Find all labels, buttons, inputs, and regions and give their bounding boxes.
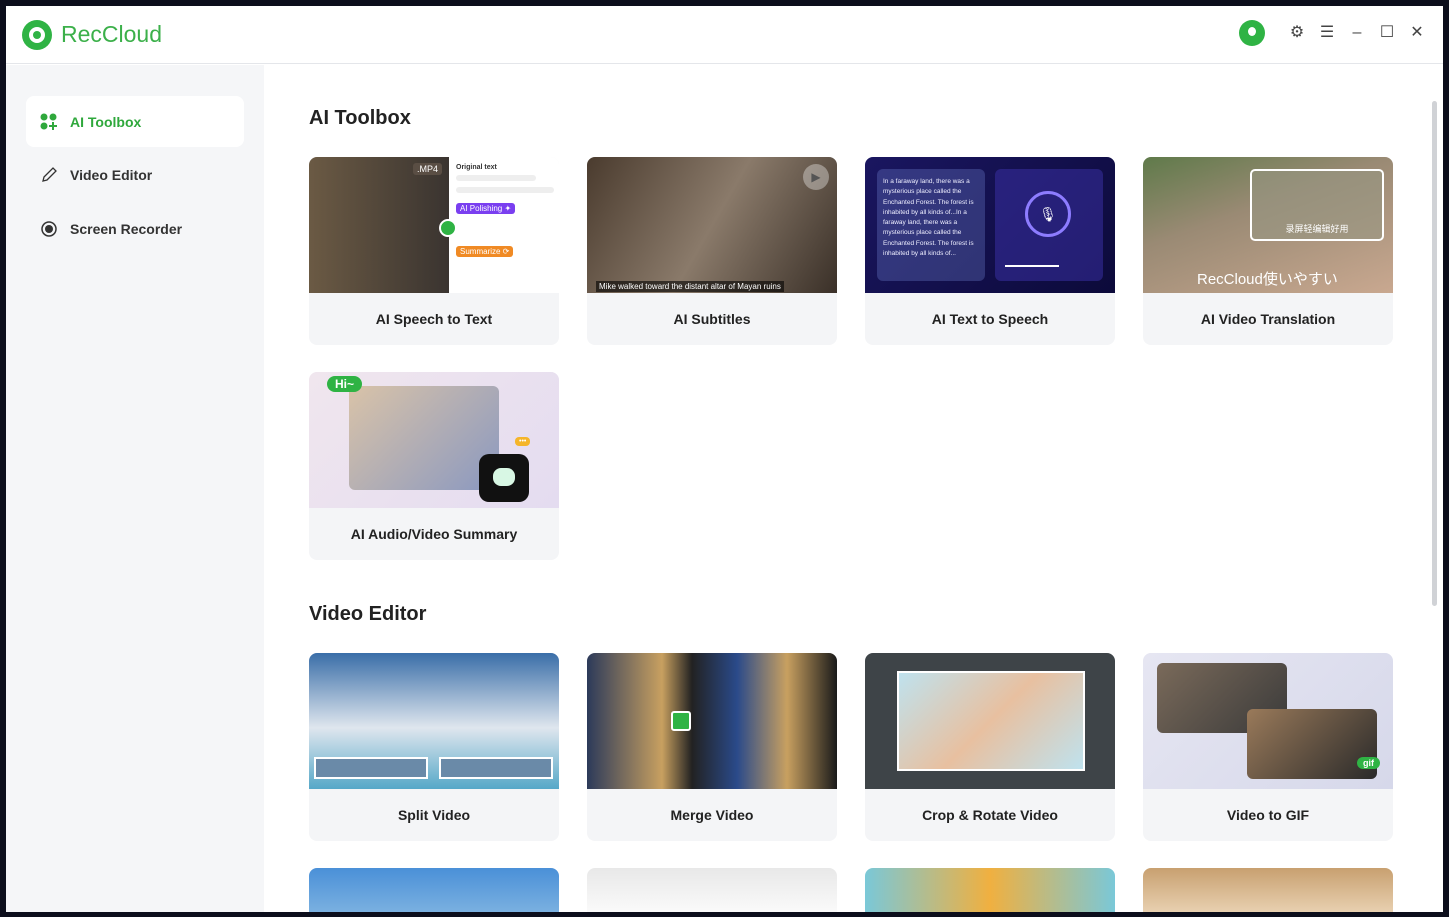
- sidebar-item-screen-recorder[interactable]: Screen Recorder: [26, 203, 244, 254]
- card-thumbnail: 录屏轻编辑好用 RecCloud使いやすい: [1143, 157, 1393, 293]
- hi-bubble: Hi~: [327, 376, 363, 392]
- sidebar-item-ai-toolbox[interactable]: AI Toolbox: [26, 96, 244, 147]
- card-thumbnail: ▶ Mike walked toward the distant altar o…: [587, 157, 837, 293]
- card-thumbnail: [309, 653, 559, 789]
- card-thumbnail: [865, 653, 1115, 789]
- tool-card-audio-video-summary[interactable]: Hi~ ••• AI Audio/Video Summary: [309, 372, 559, 560]
- bot-icon: [479, 454, 529, 502]
- record-icon: [40, 220, 58, 238]
- gear-icon[interactable]: ⚙: [1289, 25, 1305, 41]
- sidebar: AI Toolbox Video Editor Screen Recorder: [6, 65, 264, 912]
- card-thumbnail: .MP4 Original text AI Polishing ✦ Summar…: [309, 157, 559, 293]
- inner-caption: 录屏轻编辑好用: [1285, 224, 1349, 234]
- subtitle-text: Mike walked toward the distant altar of …: [596, 281, 784, 292]
- card-label: Merge Video: [670, 807, 754, 823]
- translated-caption: RecCloud使いやすい: [1197, 271, 1338, 288]
- tool-card-crop-rotate[interactable]: Crop & Rotate Video: [865, 653, 1115, 841]
- card-thumbnail: [587, 653, 837, 789]
- app-window: RecCloud ⚙ ☰ – ☐ ✕ AI Toolbox Video Edit…: [6, 6, 1443, 912]
- close-icon[interactable]: ✕: [1409, 25, 1425, 41]
- card-label: AI Audio/Video Summary: [350, 526, 518, 542]
- app-name: RecCloud: [61, 21, 162, 47]
- card-label: AI Video Translation: [1200, 311, 1336, 327]
- sidebar-item-video-editor[interactable]: Video Editor: [26, 149, 244, 200]
- microphone-icon: 🎙: [1025, 191, 1071, 237]
- card-label: AI Text to Speech: [931, 311, 1049, 327]
- card-label: Crop & Rotate Video: [922, 807, 1058, 823]
- card-thumbnail: gif: [1143, 653, 1393, 789]
- sidebar-item-label: Video Editor: [70, 166, 153, 183]
- grid-icon: [40, 113, 58, 131]
- tool-card[interactable]: [1143, 868, 1393, 912]
- tts-sample-text: In a faraway land, there was a mysteriou…: [877, 169, 985, 281]
- tool-card-video-to-gif[interactable]: gif Video to GIF: [1143, 653, 1393, 841]
- menu-icon[interactable]: ☰: [1319, 25, 1335, 41]
- tool-card[interactable]: [587, 868, 837, 912]
- play-icon: ▶: [803, 164, 829, 190]
- main-content: AI Toolbox .MP4 Original text AI Polishi…: [264, 65, 1443, 912]
- maximize-icon[interactable]: ☐: [1379, 25, 1395, 41]
- format-tag: .MP4: [413, 163, 443, 175]
- ai-polishing-tag: AI Polishing ✦: [456, 203, 516, 214]
- title-bar: RecCloud ⚙ ☰ – ☐ ✕: [6, 6, 1443, 64]
- card-label: AI Speech to Text: [375, 311, 493, 327]
- typing-bubble: •••: [515, 437, 531, 446]
- reccloud-logo-icon: [22, 19, 52, 50]
- section-title: Video Editor: [309, 603, 427, 625]
- sidebar-item-label: Screen Recorder: [70, 220, 183, 237]
- tool-card[interactable]: [309, 868, 559, 912]
- pencil-icon: [40, 166, 58, 184]
- sidebar-item-label: AI Toolbox: [70, 113, 142, 130]
- avatar[interactable]: [1239, 20, 1265, 46]
- tool-card-subtitles[interactable]: ▶ Mike walked toward the distant altar o…: [587, 157, 837, 345]
- card-thumbnail: Hi~ •••: [309, 372, 559, 508]
- card-thumbnail: In a faraway land, there was a mysteriou…: [865, 157, 1115, 293]
- card-label: Split Video: [397, 807, 471, 823]
- tool-card-merge-video[interactable]: Merge Video: [587, 653, 837, 841]
- tool-card-video-translation[interactable]: 录屏轻编辑好用 RecCloud使いやすい AI Video Translati…: [1143, 157, 1393, 345]
- tool-card-text-to-speech[interactable]: In a faraway land, there was a mysteriou…: [865, 157, 1115, 345]
- tool-card[interactable]: [865, 868, 1115, 912]
- scrollbar[interactable]: [1432, 101, 1437, 606]
- card-label: Video to GIF: [1226, 807, 1310, 823]
- tool-card-split-video[interactable]: Split Video: [309, 653, 559, 841]
- gif-badge: gif: [1357, 757, 1380, 769]
- card-label: AI Subtitles: [673, 311, 751, 327]
- original-text-label: Original text: [456, 164, 497, 171]
- minimize-icon[interactable]: –: [1349, 25, 1365, 41]
- tool-card-speech-to-text[interactable]: .MP4 Original text AI Polishing ✦ Summar…: [309, 157, 559, 345]
- section-title: AI Toolbox: [309, 107, 411, 129]
- summarize-tag: Summarize ⟳: [456, 246, 514, 257]
